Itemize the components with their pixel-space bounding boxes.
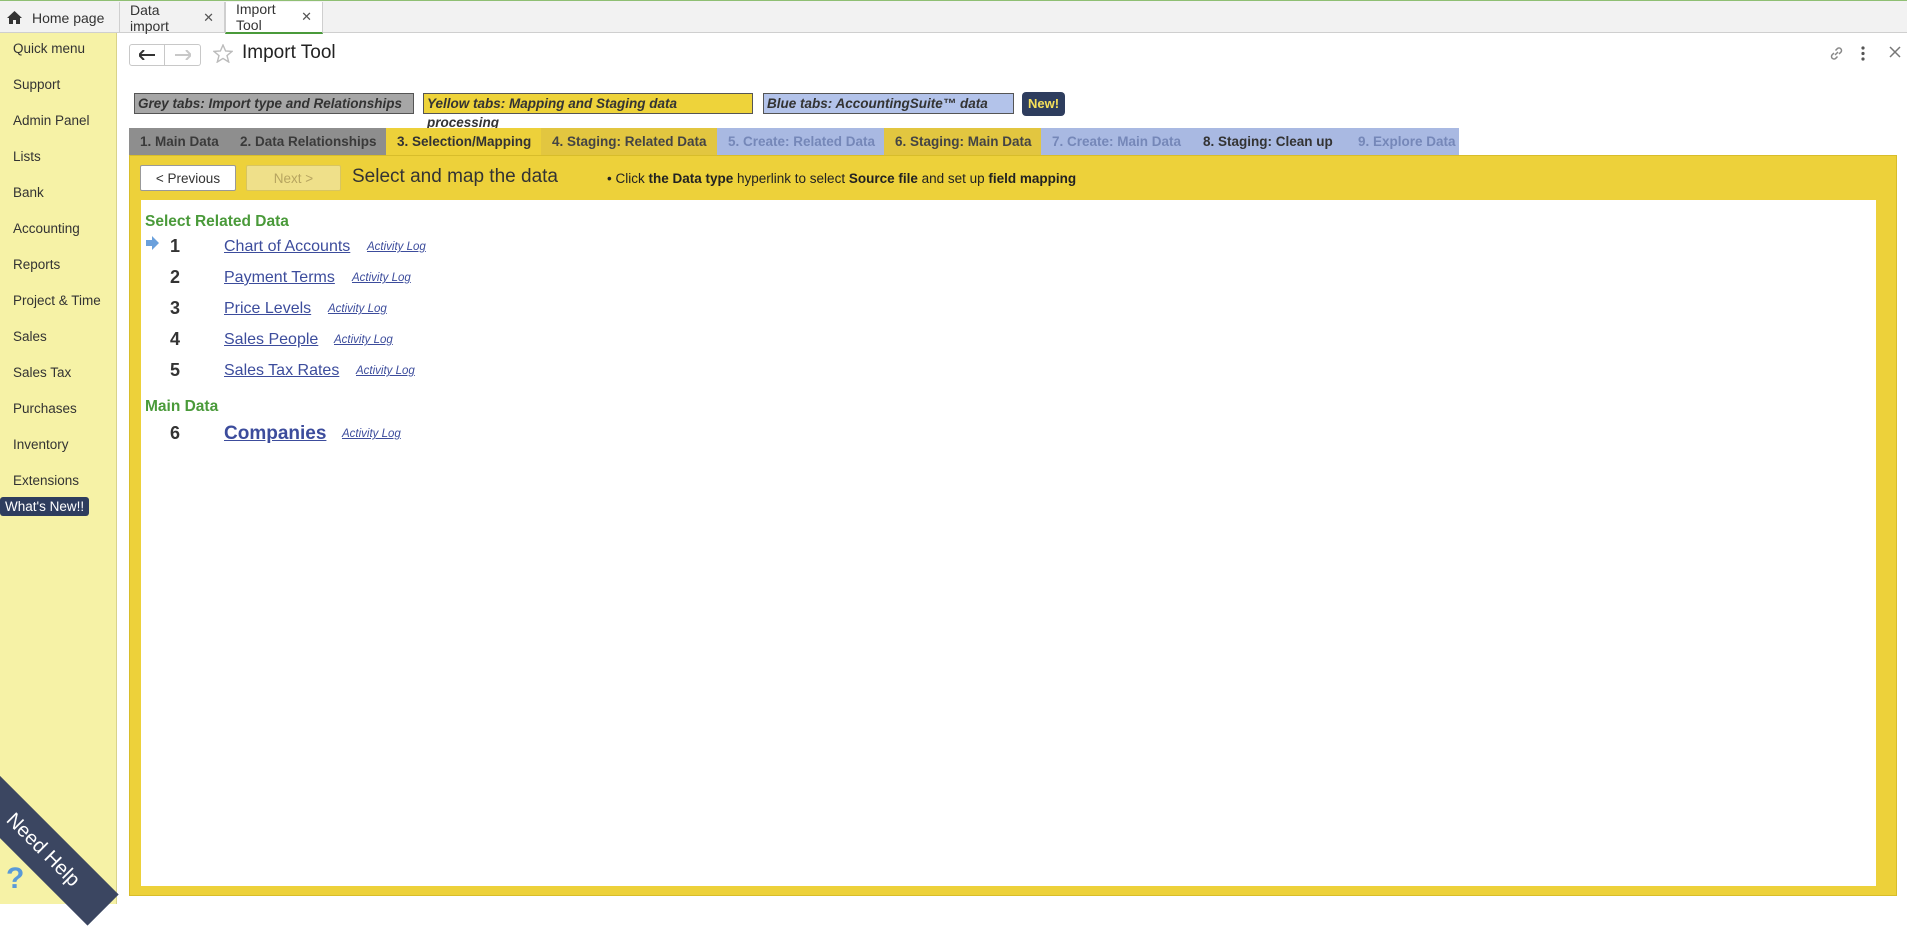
tab-step-selection-mapping[interactable]: 3. Selection/Mapping [386, 128, 541, 156]
content-area [141, 200, 1876, 886]
next-button[interactable]: Next > [246, 165, 341, 191]
row-number: 1 [170, 236, 181, 256]
page-title: Import Tool [242, 42, 336, 63]
tab-step-staging-related-data[interactable]: 4. Staging: Related Data [541, 128, 717, 156]
arrow-right-icon [146, 236, 159, 250]
legend-grey-tabs: Grey tabs: Import type and Relationships [134, 93, 414, 114]
top-tab-bar: Home page Data import ✕ Import Tool ✕ [0, 0, 1907, 34]
sidebar-item-lists[interactable]: Lists [13, 149, 41, 164]
tab-data-import[interactable]: Data import ✕ [120, 1, 225, 34]
tab-step-data-relationships[interactable]: 2. Data Relationships [229, 128, 386, 156]
row-number: 5 [170, 360, 181, 380]
tab-step-create-related-data[interactable]: 5. Create: Related Data [717, 128, 884, 156]
whats-new-badge[interactable]: What's New!! [0, 497, 90, 516]
sidebar-item-support[interactable]: Support [13, 77, 60, 92]
activity-log-link[interactable]: Activity Log [334, 334, 393, 346]
tab-label: Data import [130, 1, 169, 34]
sidebar-item-extensions[interactable]: Extensions [13, 473, 79, 488]
activity-log-link[interactable]: Activity Log [352, 272, 411, 284]
sidebar-item-quick-menu[interactable]: Quick menu [13, 41, 85, 56]
tab-step-staging-clean-up[interactable]: 8. Staging: Clean up [1192, 128, 1347, 156]
row-number: 4 [170, 329, 181, 349]
sidebar-item-inventory[interactable]: Inventory [13, 437, 69, 452]
section-title: Select and map the data [352, 166, 558, 187]
new-badge[interactable]: New! [1022, 92, 1066, 116]
sidebar: Quick menu Support Admin Panel Lists Ban… [0, 33, 117, 904]
forward-button[interactable] [165, 44, 201, 66]
sidebar-item-admin-panel[interactable]: Admin Panel [13, 113, 90, 128]
sidebar-item-sales-tax[interactable]: Sales Tax [13, 365, 71, 380]
activity-log-link[interactable]: Activity Log [356, 365, 415, 377]
link-payment-terms[interactable]: Payment Terms [224, 269, 335, 287]
link-price-levels[interactable]: Price Levels [224, 300, 311, 318]
link-companies[interactable]: Companies [224, 423, 326, 445]
close-icon[interactable]: ✕ [301, 9, 312, 25]
legend-blue-tabs: Blue tabs: AccountingSuite™ data [763, 93, 1014, 114]
link-chart-of-accounts[interactable]: Chart of Accounts [224, 238, 350, 256]
star-icon[interactable] [213, 44, 233, 63]
tab-import-tool[interactable]: Import Tool ✕ [225, 1, 323, 34]
sidebar-item-accounting[interactable]: Accounting [13, 221, 80, 236]
tab-step-create-main-data[interactable]: 7. Create: Main Data [1041, 128, 1192, 156]
sidebar-item-purchases[interactable]: Purchases [13, 401, 77, 416]
help-question-icon: ? [6, 862, 25, 895]
tab-label: Import Tool [236, 1, 276, 33]
activity-log-link[interactable]: Activity Log [328, 303, 387, 315]
back-button[interactable] [129, 44, 165, 66]
group-title-main: Main Data [145, 398, 219, 415]
tab-home-page[interactable]: Home page [0, 2, 120, 33]
more-options-icon[interactable] [1860, 45, 1866, 62]
link-icon[interactable] [1828, 45, 1845, 62]
group-title-related: Select Related Data [145, 213, 289, 230]
tab-step-main-data[interactable]: 1. Main Data [129, 128, 229, 156]
link-sales-tax-rates[interactable]: Sales Tax Rates [224, 362, 339, 380]
row-number: 2 [170, 267, 181, 287]
sidebar-item-reports[interactable]: Reports [13, 257, 60, 272]
sidebar-item-sales[interactable]: Sales [13, 329, 47, 344]
previous-button[interactable]: < Previous [140, 165, 236, 191]
tab-step-staging-main-data[interactable]: 6. Staging: Main Data [884, 128, 1041, 156]
row-number: 3 [170, 298, 181, 318]
row-number: 6 [170, 423, 181, 443]
home-icon [7, 11, 22, 24]
sidebar-item-bank[interactable]: Bank [13, 185, 44, 200]
arrow-right-icon [174, 50, 191, 60]
sidebar-item-project-time[interactable]: Project & Time [13, 293, 101, 308]
legend-yellow-tabs: Yellow tabs: Mapping and Staging data pr… [423, 93, 753, 130]
instruction-hint: • Click the Data type hyperlink to selec… [607, 171, 1077, 186]
tab-step-explore-data[interactable]: 9. Explore Data [1347, 128, 1459, 156]
arrow-left-icon [139, 50, 155, 60]
tab-label: Home page [32, 9, 105, 26]
activity-log-link[interactable]: Activity Log [342, 428, 401, 440]
link-sales-people[interactable]: Sales People [224, 331, 318, 349]
activity-log-link[interactable]: Activity Log [367, 241, 426, 253]
close-icon[interactable] [1888, 45, 1902, 59]
close-icon[interactable]: ✕ [203, 10, 214, 26]
